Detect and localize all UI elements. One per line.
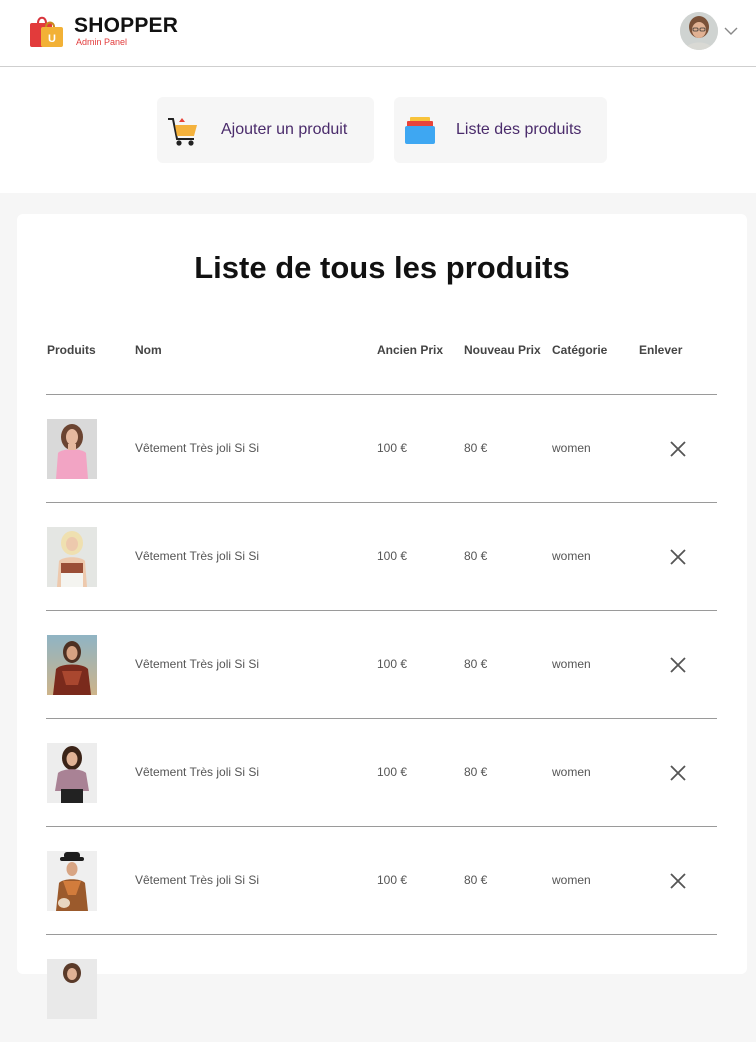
product-category: women — [552, 873, 591, 887]
avatar-image — [680, 12, 718, 50]
product-category: women — [552, 549, 591, 563]
remove-icon[interactable] — [668, 763, 688, 783]
product-category: women — [552, 657, 591, 671]
product-name: Vêtement Très joli Si Si — [135, 441, 260, 455]
sidebar-item-add-product[interactable]: Ajouter un produit — [157, 97, 374, 163]
column-header-remove: Enlever — [639, 343, 683, 357]
sidebar: Ajouter un produit Liste des produits — [0, 67, 756, 193]
column-header-category: Catégorie — [552, 343, 608, 357]
column-header-name: Nom — [135, 343, 162, 357]
product-old-price: 100 € — [377, 657, 408, 671]
product-old-price: 100 € — [377, 549, 408, 563]
avatar[interactable] — [680, 12, 718, 50]
column-header-products: Produits — [47, 343, 96, 357]
remove-icon[interactable] — [668, 871, 688, 891]
product-new-price: 80 € — [464, 549, 488, 563]
product-new-price: 80 € — [464, 873, 488, 887]
logo-title: SHOPPER — [74, 14, 179, 37]
product-thumbnail — [47, 635, 97, 695]
product-new-price: 80 € — [464, 765, 488, 779]
product-name: Vêtement Très joli Si Si — [135, 657, 260, 671]
product-category: women — [552, 441, 591, 455]
column-header-old-price: Ancien Prix — [377, 343, 444, 357]
profile-menu[interactable] — [680, 12, 738, 50]
table-row — [17, 934, 747, 1042]
logo-subtitle: Admin Panel — [76, 37, 128, 47]
product-old-price: 100 € — [377, 441, 408, 455]
product-category: women — [552, 765, 591, 779]
product-thumbnail — [47, 959, 97, 1019]
table-row: Vêtement Très joli Si Si 100 € 80 € wome… — [17, 826, 747, 934]
table-row: Vêtement Très joli Si Si 100 € 80 € wome… — [17, 394, 747, 502]
remove-icon[interactable] — [668, 547, 688, 567]
table-row: Vêtement Très joli Si Si 100 € 80 € wome… — [17, 610, 747, 718]
product-name: Vêtement Très joli Si Si — [135, 549, 260, 563]
column-header-new-price: Nouveau Prix — [464, 343, 541, 357]
logo-bag-letter: U — [48, 33, 56, 45]
table-row: Vêtement Très joli Si Si 100 € 80 € wome… — [17, 718, 747, 826]
chevron-down-icon[interactable] — [724, 26, 738, 36]
product-thumbnail — [47, 743, 97, 803]
product-old-price: 100 € — [377, 765, 408, 779]
remove-icon[interactable] — [668, 655, 688, 675]
sidebar-item-add-product-label: Ajouter un produit — [221, 121, 348, 138]
product-thumbnail — [47, 527, 97, 587]
remove-icon[interactable] — [668, 439, 688, 459]
product-old-price: 100 € — [377, 873, 408, 887]
table-row: Vêtement Très joli Si Si 100 € 80 € wome… — [17, 502, 747, 610]
shopping-bag-logo-icon: U — [30, 16, 63, 47]
product-thumbnail — [47, 851, 97, 911]
navbar: U SHOPPER Admin Panel — [0, 0, 756, 67]
product-new-price: 80 € — [464, 657, 488, 671]
cart-add-icon — [168, 118, 197, 146]
sidebar-item-product-list-label: Liste des produits — [456, 121, 582, 138]
logo[interactable]: U SHOPPER Admin Panel — [29, 14, 178, 48]
page-title: Liste de tous les produits — [194, 250, 570, 285]
product-name: Vêtement Très joli Si Si — [135, 765, 260, 779]
product-list-panel: Liste de tous les produits Produits Nom … — [17, 214, 747, 1019]
product-thumbnail — [47, 419, 97, 479]
product-new-price: 80 € — [464, 441, 488, 455]
product-list-icon — [405, 117, 435, 144]
product-name: Vêtement Très joli Si Si — [135, 873, 260, 887]
sidebar-item-product-list[interactable]: Liste des produits — [394, 97, 607, 163]
